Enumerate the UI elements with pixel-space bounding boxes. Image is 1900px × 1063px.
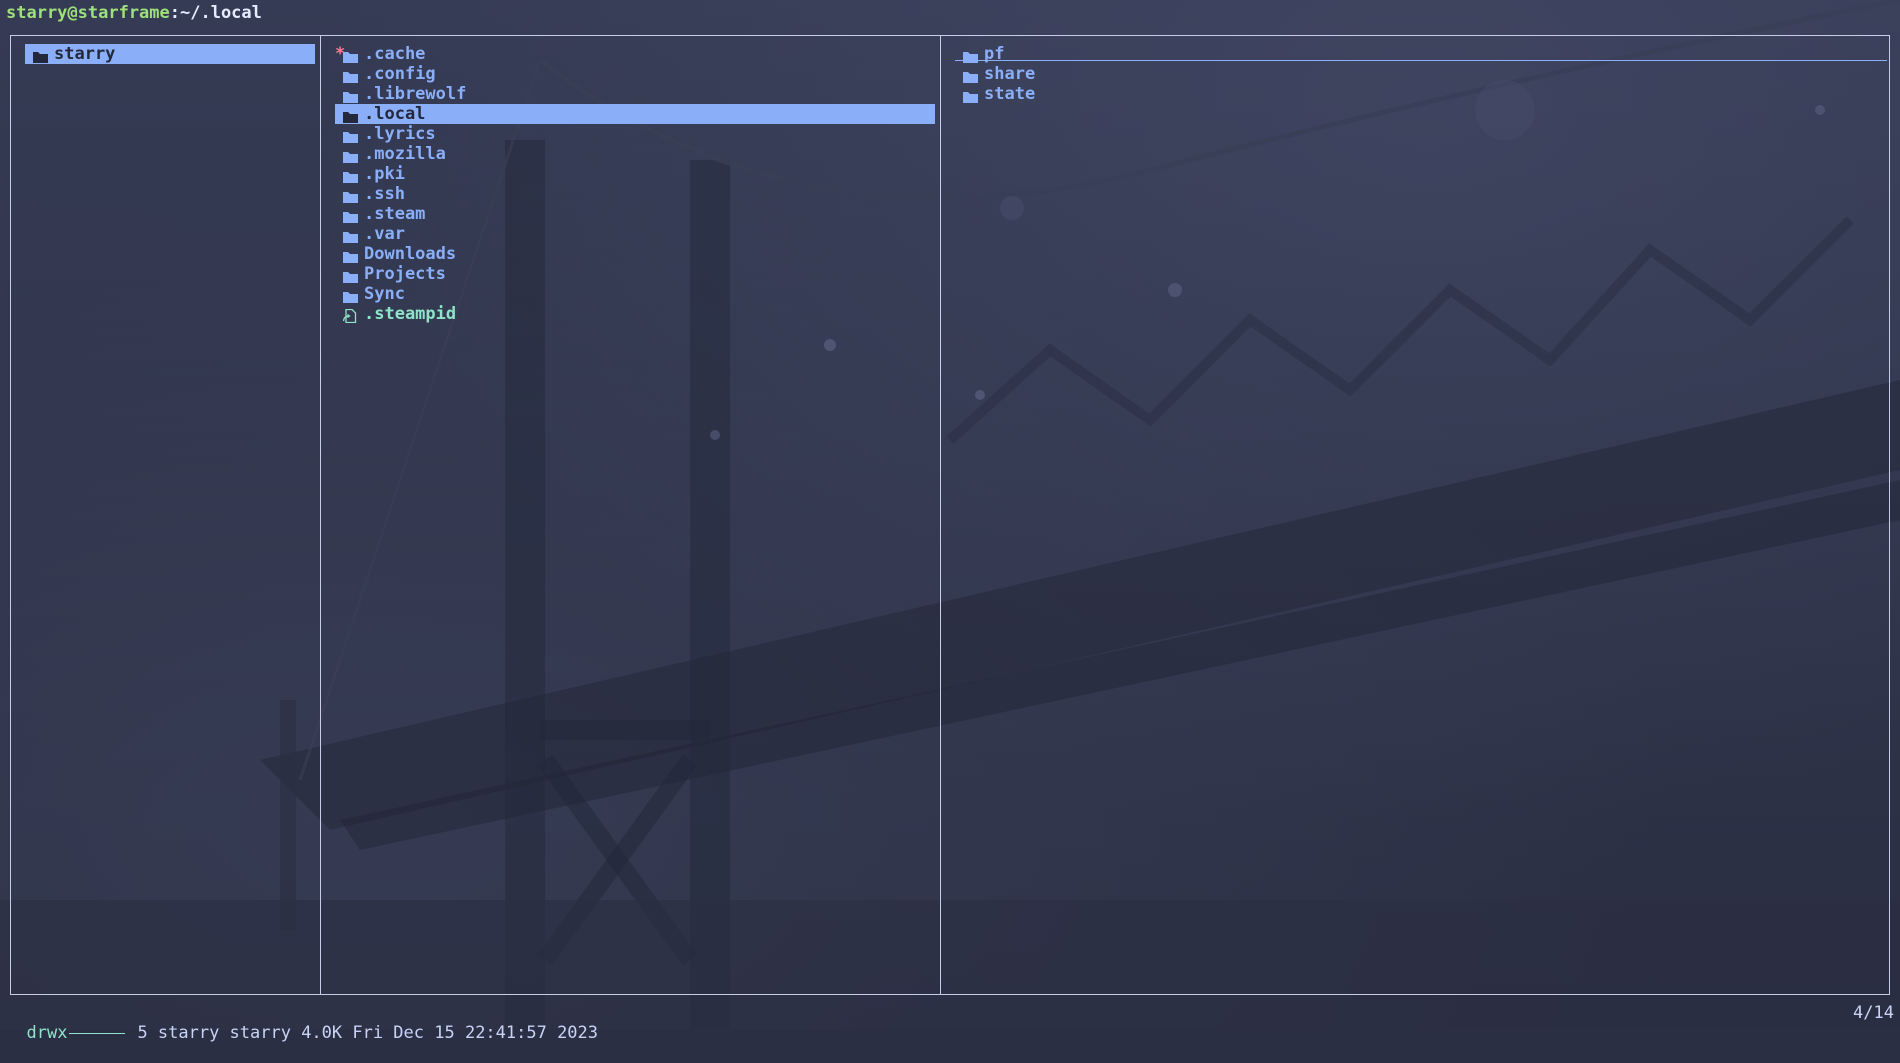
folder-icon xyxy=(963,48,978,63)
folder-icon xyxy=(343,148,358,163)
list-item-label: share xyxy=(984,64,1036,84)
list-item-label: starry xyxy=(54,44,116,64)
list-item[interactable]: Sync xyxy=(335,284,935,304)
list-item[interactable]: Projects xyxy=(335,264,935,284)
list-item[interactable]: * .cache xyxy=(335,44,935,64)
folder-icon xyxy=(343,108,358,123)
folder-icon xyxy=(343,48,358,63)
file-manager-frame xyxy=(10,35,1890,995)
preview-column: pf share state xyxy=(955,44,1885,104)
file-permissions: drwx xyxy=(26,1023,68,1043)
list-item-label: .steampid xyxy=(364,304,457,324)
list-item[interactable]: share xyxy=(955,64,1885,84)
list-item[interactable]: .config xyxy=(335,64,935,84)
list-item-label: Projects xyxy=(364,264,446,284)
permissions-dash-line xyxy=(69,1032,126,1034)
folder-icon xyxy=(343,288,358,303)
folder-icon xyxy=(343,248,358,263)
column-divider xyxy=(940,35,941,995)
folder-icon xyxy=(343,208,358,223)
folder-icon xyxy=(963,68,978,83)
list-item-label: .cache xyxy=(364,44,426,64)
cursor-position: 4/14 xyxy=(1853,1003,1894,1023)
list-item-label: .librewolf xyxy=(364,84,467,104)
list-item[interactable]: .lyrics xyxy=(335,124,935,144)
list-item-label: .ssh xyxy=(364,184,405,204)
column-divider xyxy=(320,35,321,995)
list-item[interactable]: pf xyxy=(955,44,1885,64)
list-item[interactable]: .ssh xyxy=(335,184,935,204)
preview-cursor-underline xyxy=(955,60,1887,61)
parent-directory-column: starry xyxy=(25,44,315,64)
list-item[interactable]: .steampid xyxy=(335,304,935,324)
folder-icon xyxy=(343,128,358,143)
window-title: starry@starframe:~/.local xyxy=(6,3,262,25)
status-bar: drwx 5 starry starry 4.0K Fri Dec 15 22:4… xyxy=(6,1003,1894,1043)
list-item[interactable]: state xyxy=(955,84,1885,104)
list-item[interactable]: .var xyxy=(335,224,935,244)
list-item[interactable]: .local xyxy=(335,104,935,124)
list-item-label: .steam xyxy=(364,204,426,224)
list-item[interactable]: .steam xyxy=(335,204,935,224)
symlink-file-icon xyxy=(342,308,358,324)
folder-icon xyxy=(33,48,48,63)
list-item-label: .config xyxy=(364,64,436,84)
list-item-label: .lyrics xyxy=(364,124,436,144)
list-item-label: .local xyxy=(364,104,426,124)
title-path: :~/.local xyxy=(169,3,262,23)
list-item[interactable]: Downloads xyxy=(335,244,935,264)
folder-icon xyxy=(343,168,358,183)
folder-icon xyxy=(343,188,358,203)
list-item-label: .var xyxy=(364,224,405,244)
title-user-host: starry@starframe xyxy=(6,3,170,23)
folder-icon xyxy=(963,88,978,103)
list-item-label: .mozilla xyxy=(364,144,446,164)
list-item-label: pf xyxy=(984,44,1005,64)
folder-icon xyxy=(343,268,358,283)
list-item[interactable]: .pki xyxy=(335,164,935,184)
folder-icon xyxy=(343,68,358,83)
list-item-label: Downloads xyxy=(364,244,457,264)
current-directory-column: * .cache .config .librewolf .local .lyri… xyxy=(335,44,935,324)
folder-icon xyxy=(343,88,358,103)
list-item-label: state xyxy=(984,84,1036,104)
list-item-label: Sync xyxy=(364,284,405,304)
folder-icon xyxy=(343,228,358,243)
file-metadata: 5 starry starry 4.0K Fri Dec 15 22:41:57… xyxy=(137,1023,599,1043)
list-item[interactable]: starry xyxy=(25,44,315,64)
list-item[interactable]: .mozilla xyxy=(335,144,935,164)
list-item[interactable]: .librewolf xyxy=(335,84,935,104)
list-item-label: .pki xyxy=(364,164,405,184)
